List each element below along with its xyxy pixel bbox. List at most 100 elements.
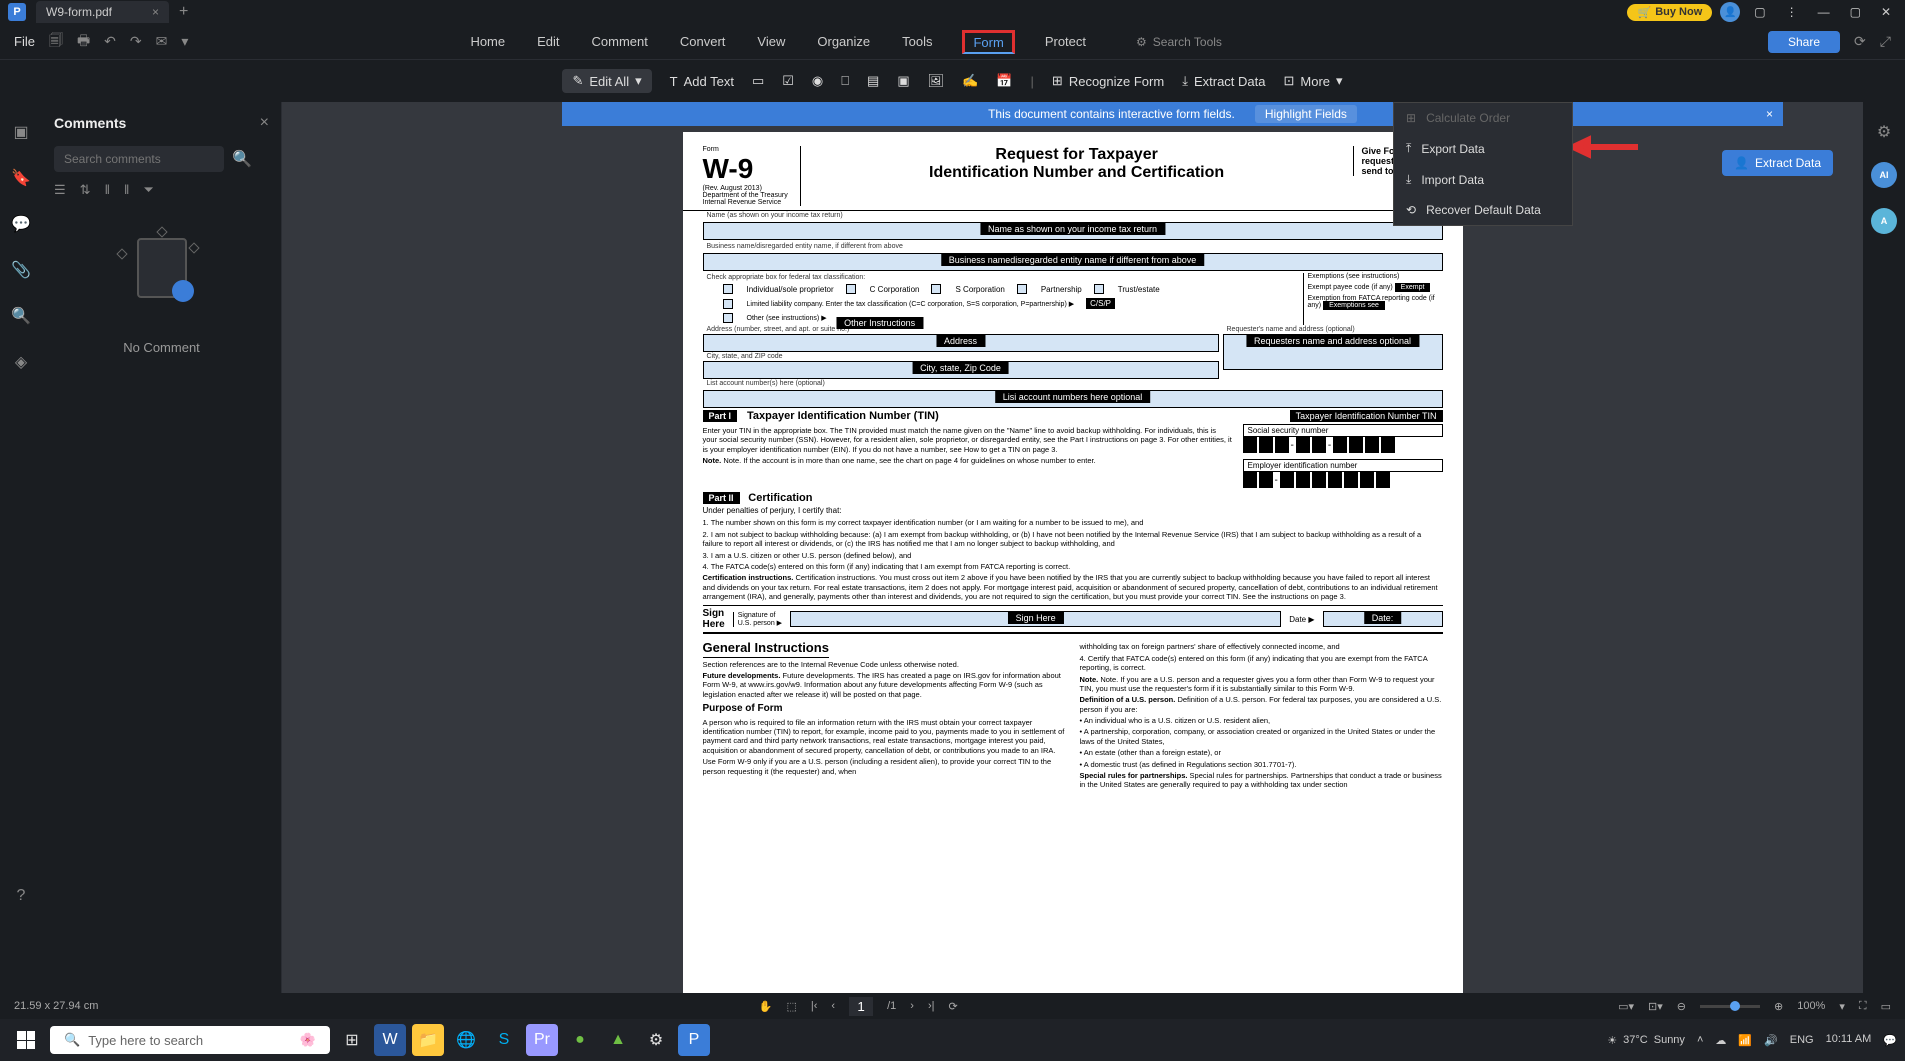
tab-edit[interactable]: Edit — [535, 30, 561, 54]
checkbox-icon[interactable]: ☑ — [782, 73, 794, 89]
search-tools[interactable]: ⚙ Search Tools — [1136, 30, 1222, 54]
search-icon[interactable]: 🔍 — [232, 149, 252, 169]
hand-tool-icon[interactable]: ✋ — [759, 1000, 773, 1013]
view-mode-icon[interactable]: ▭▾ — [1618, 1000, 1634, 1013]
search-rail-icon[interactable]: 🔍 — [11, 306, 31, 326]
zoom-out-icon[interactable]: ⊖ — [1677, 1000, 1686, 1013]
cloud-icon[interactable]: ☁ — [1715, 1034, 1726, 1047]
document-tab[interactable]: W9-form.pdf × — [36, 1, 169, 23]
tab-convert[interactable]: Convert — [678, 30, 728, 54]
list-view-icon[interactable]: ☰ — [54, 182, 66, 198]
print-icon[interactable]: 🖶 — [77, 30, 90, 54]
app-icon-1[interactable]: ● — [564, 1024, 596, 1056]
s-corp-checkbox[interactable] — [931, 284, 941, 294]
tab-close-icon[interactable]: × — [152, 5, 159, 19]
undo-icon[interactable]: ↶ — [104, 33, 116, 50]
fullscreen-icon[interactable]: ⛶ — [1859, 1000, 1867, 1013]
layers-icon[interactable]: ◈ — [15, 352, 27, 372]
filter2-icon[interactable]: ‖ — [124, 182, 129, 198]
select-tool-icon[interactable]: ⬚ — [786, 1000, 796, 1013]
tab-form[interactable]: Form — [962, 30, 1014, 54]
wifi-icon[interactable]: 📶 — [1738, 1034, 1752, 1047]
dropdown-icon[interactable]: ▾ — [181, 33, 188, 50]
button-field-icon[interactable]: ▣ — [897, 73, 909, 89]
explorer-icon[interactable]: 📁 — [412, 1024, 444, 1056]
csp-field[interactable]: C/S/P — [1086, 298, 1115, 309]
add-text-button[interactable]: T Add Text — [670, 74, 734, 89]
date-field-icon[interactable]: 📅 — [996, 73, 1012, 89]
history-icon[interactable]: ⟳ — [1854, 33, 1866, 50]
ai-badge[interactable]: AI — [1871, 162, 1897, 188]
trust-checkbox[interactable] — [1094, 284, 1104, 294]
redo-icon[interactable]: ↷ — [130, 33, 142, 50]
llc-checkbox[interactable] — [723, 299, 733, 309]
address-field[interactable]: Address — [703, 334, 1219, 352]
recognize-form-button[interactable]: ⊞ Recognize Form — [1052, 73, 1164, 89]
signature-field[interactable]: Sign Here — [790, 611, 1281, 627]
close-window-button[interactable]: ✕ — [1875, 5, 1897, 19]
start-button[interactable] — [8, 1022, 44, 1058]
tray-chevron-icon[interactable]: ˄ — [1697, 1034, 1703, 1046]
tab-tools[interactable]: Tools — [900, 30, 934, 54]
individual-checkbox[interactable] — [723, 284, 733, 294]
pdfelement-taskbar-icon[interactable]: P — [678, 1024, 710, 1056]
app-icon-3[interactable]: ⚙ — [640, 1024, 672, 1056]
name-field[interactable]: Name as shown on your income tax return — [703, 222, 1443, 240]
dropdown-field-icon[interactable]: ⎕ — [841, 73, 849, 89]
filter1-icon[interactable]: ‖ — [105, 182, 110, 198]
volume-icon[interactable]: 🔊 — [1764, 1034, 1778, 1047]
last-page-icon[interactable]: ›| — [928, 1000, 935, 1012]
share-button[interactable]: Share — [1768, 31, 1840, 53]
minimize-button[interactable]: — — [1812, 5, 1836, 19]
properties-icon[interactable]: ⚙ — [1877, 122, 1891, 142]
help-icon[interactable]: ? — [17, 887, 26, 905]
banner-close-icon[interactable]: × — [1766, 107, 1773, 121]
tab-home[interactable]: Home — [468, 30, 507, 54]
maximize-button[interactable]: ▢ — [1844, 5, 1867, 19]
word-icon[interactable]: W — [374, 1024, 406, 1056]
file-menu[interactable]: File — [14, 34, 35, 49]
read-mode-icon[interactable]: ▭ — [1881, 1000, 1891, 1013]
bookmarks-icon[interactable]: 🔖 — [11, 168, 31, 188]
save-icon[interactable]: 🗐 — [49, 30, 63, 54]
sort-icon[interactable]: ⇅ — [80, 182, 91, 198]
zoom-slider[interactable] — [1700, 1005, 1760, 1008]
tin-field[interactable]: Taxpayer Identification Number TIN — [1290, 410, 1443, 422]
first-page-icon[interactable]: |‹ — [811, 1000, 818, 1012]
business-name-field[interactable]: Business namedisregarded entity name if … — [703, 253, 1443, 271]
c-corp-checkbox[interactable] — [846, 284, 856, 294]
prev-page-icon[interactable]: ‹ — [831, 1000, 835, 1012]
tab-comment[interactable]: Comment — [590, 30, 650, 54]
city-field[interactable]: City, state, Zip Code — [703, 361, 1219, 379]
partnership-checkbox[interactable] — [1017, 284, 1027, 294]
other-checkbox[interactable] — [723, 313, 733, 323]
export-data-item[interactable]: ⤒ Export Data — [1394, 133, 1572, 164]
filter3-icon[interactable]: ⏷ — [143, 182, 153, 198]
task-view-icon[interactable]: ⊞ — [336, 1024, 368, 1056]
image-field-icon[interactable]: 🖼 — [928, 73, 945, 89]
extract-data-floating-button[interactable]: 👤 Extract Data — [1722, 150, 1833, 176]
skype-icon[interactable]: S — [488, 1024, 520, 1056]
buy-now-button[interactable]: 🛒 Buy Now — [1627, 4, 1712, 21]
more-button[interactable]: ⊡ More ▾ — [1283, 73, 1342, 89]
account-numbers-field[interactable]: Lisi account numbers here optional — [703, 390, 1443, 408]
user-avatar[interactable]: 👤 — [1720, 2, 1740, 22]
premiere-icon[interactable]: Pr — [526, 1024, 558, 1056]
radio-icon[interactable]: ◉ — [812, 73, 823, 89]
thumbnails-icon[interactable]: ▣ — [13, 122, 28, 142]
extract-data-button[interactable]: ⤓ Extract Data — [1182, 73, 1265, 89]
chat-icon[interactable]: ▢ — [1748, 5, 1771, 19]
import-data-item[interactable]: ⤓ Import Data — [1394, 164, 1572, 195]
notifications-icon[interactable]: 💬 — [1883, 1034, 1897, 1047]
kebab-icon[interactable]: ⋮ — [1780, 5, 1804, 19]
windows-search[interactable]: 🔍 Type here to search 🌸 — [50, 1026, 330, 1054]
listbox-icon[interactable]: ▤ — [867, 73, 879, 89]
zoom-in-icon[interactable]: ⊕ — [1774, 1000, 1783, 1013]
fit-icon[interactable]: ⊡▾ — [1648, 1000, 1663, 1013]
app-icon-2[interactable]: ▲ — [602, 1024, 634, 1056]
tab-view[interactable]: View — [755, 30, 787, 54]
close-panel-icon[interactable]: × — [260, 114, 269, 132]
signature-icon[interactable]: ✍ — [962, 73, 978, 89]
page-number-input[interactable] — [849, 997, 873, 1016]
exempt-field[interactable]: Exempt — [1395, 283, 1431, 292]
